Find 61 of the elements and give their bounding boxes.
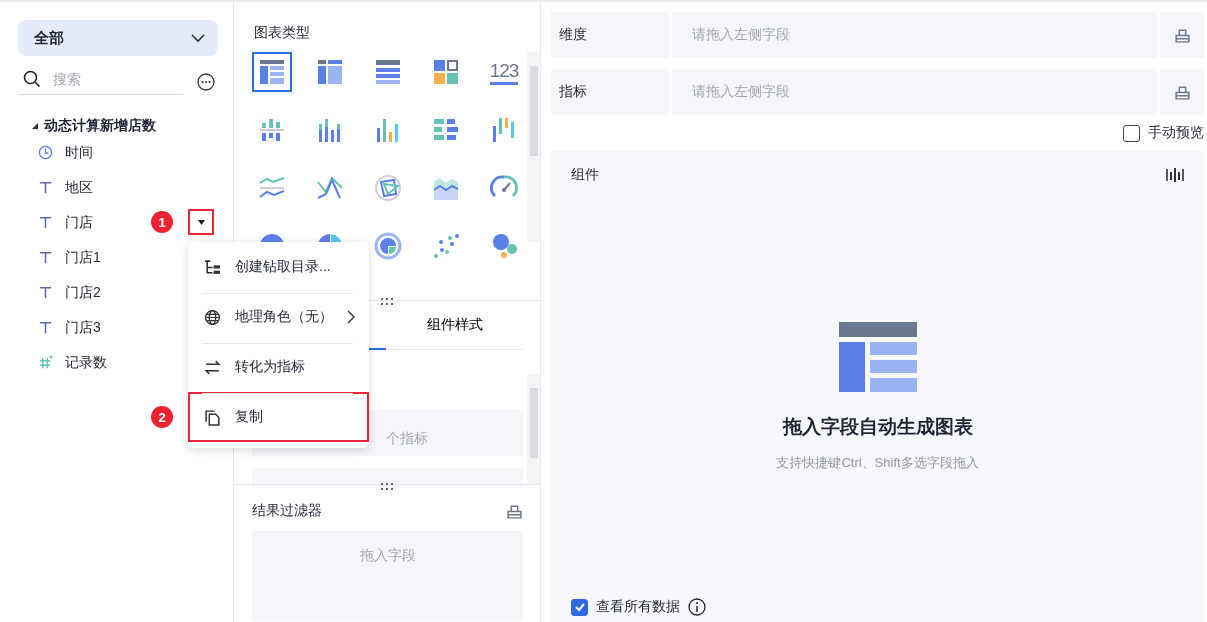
panel-title: 图表类型	[253, 23, 311, 42]
checkbox-label: 查看所有数据	[596, 598, 680, 616]
cross-line-chart-icon	[316, 174, 344, 202]
checkbox[interactable]	[1123, 124, 1140, 142]
shelf-label: 维度	[551, 12, 669, 58]
scatter-chart-icon	[432, 232, 460, 260]
ring-chart-icon	[374, 232, 402, 260]
cross-table-chart-icon	[316, 58, 344, 86]
hash-icon	[38, 355, 53, 370]
kpi-card-chart-icon	[432, 58, 460, 86]
swap-icon	[204, 358, 221, 376]
clock-icon	[38, 145, 53, 160]
more-icon[interactable]	[197, 72, 215, 91]
expand-triangle-icon	[32, 123, 38, 129]
text-type-icon	[38, 250, 53, 265]
field-item[interactable]: 时间	[18, 135, 218, 170]
checkbox-label: 手动预览	[1148, 124, 1204, 142]
tab[interactable]: 组件样式	[386, 301, 523, 349]
clear-icon[interactable]	[506, 502, 523, 520]
step-badge: 1	[151, 211, 173, 233]
drop-field[interactable]	[252, 468, 523, 488]
radar-chart-icon	[374, 174, 402, 202]
text-type-icon	[38, 285, 53, 300]
chart-type-option[interactable]: 123	[484, 52, 524, 92]
drag-handle-icon[interactable]	[379, 482, 395, 490]
tree-group[interactable]: 动态计算新增店数	[18, 117, 218, 135]
menu-item[interactable]: 复制	[188, 392, 369, 442]
empty-hint: 支持快捷键Ctrl、Shift多选字段拖入	[776, 454, 979, 472]
clear-icon[interactable]	[1173, 83, 1191, 101]
scope-select[interactable]: 全部	[18, 20, 218, 56]
split-bar-chart-icon	[258, 116, 286, 144]
text-type-icon	[38, 215, 53, 230]
text-type-icon	[38, 180, 53, 195]
check-icon	[573, 601, 586, 613]
checkbox[interactable]	[571, 598, 588, 616]
shelf-label: 指标	[551, 69, 669, 115]
grouped-table-chart-icon	[258, 58, 286, 86]
bubble-chart-icon	[490, 232, 518, 260]
chart-type-option[interactable]	[252, 52, 292, 92]
step-badge: 2	[151, 406, 173, 428]
caret-icon	[197, 219, 205, 225]
filter-title: 结果过滤器	[252, 502, 322, 520]
scrollbar[interactable]	[527, 52, 540, 242]
tree-icon	[204, 258, 221, 276]
detail-table-chart-icon	[374, 58, 402, 86]
bars-icon[interactable]	[1166, 167, 1184, 183]
scrollbar[interactable]	[527, 374, 540, 484]
field-item[interactable]: 地区	[18, 170, 218, 205]
chevron-down-icon	[190, 33, 206, 43]
drag-handle-icon[interactable]	[379, 297, 395, 305]
empty-title: 拖入字段自动生成图表	[782, 415, 973, 439]
clear-icon[interactable]	[1173, 26, 1191, 44]
info-icon[interactable]	[688, 598, 706, 616]
search-field[interactable]: 搜索	[51, 70, 155, 88]
globe-icon	[204, 308, 221, 326]
copy-icon	[204, 408, 221, 426]
search-icon	[23, 70, 41, 88]
field-item[interactable]: 门店 1	[18, 205, 218, 240]
text-type-icon	[38, 320, 53, 335]
canvas-title: 组件	[571, 166, 599, 184]
dropdown-trigger[interactable]	[188, 209, 214, 235]
